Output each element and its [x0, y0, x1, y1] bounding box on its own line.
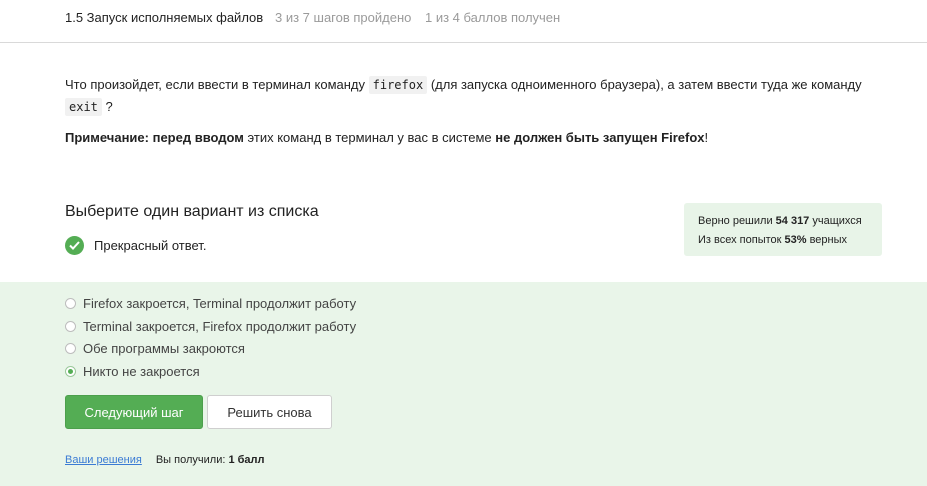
lesson-title[interactable]: 1.5 Запуск исполняемых файлов	[65, 10, 263, 25]
code-firefox: firefox	[368, 76, 428, 94]
note-bold-2: не должен быть запущен Firefox	[495, 130, 705, 145]
retry-button[interactable]: Решить снова	[207, 395, 332, 429]
radio-button-selected[interactable]	[65, 366, 76, 377]
option-label: Terminal закроется, Firefox продолжит ра…	[83, 319, 357, 334]
check-circle-icon	[65, 236, 84, 255]
steps-progress: 3 из 7 шагов пройдено	[275, 10, 412, 25]
stats-attempts-suffix: верных	[806, 234, 848, 246]
note-text-2: !	[704, 130, 709, 145]
radio-button[interactable]	[65, 343, 76, 354]
answers-section: Firefox закроется, Terminal продолжит ра…	[0, 282, 927, 486]
option-2[interactable]: Terminal закроется, Firefox продолжит ра…	[65, 319, 356, 334]
feedback-text: Прекрасный ответ.	[94, 238, 207, 253]
option-label: Обе программы закроются	[83, 341, 245, 356]
answer-feedback: Прекрасный ответ.	[65, 236, 206, 255]
next-step-button[interactable]: Следующий шаг	[65, 395, 203, 429]
received-label: Вы получили:	[155, 454, 229, 466]
stats-attempts-prefix: Из всех попыток	[698, 234, 785, 246]
quiz-title: Выберите один вариант из списка	[65, 203, 319, 220]
option-4[interactable]: Никто не закроется	[65, 364, 200, 379]
received-value: 1 балл	[228, 454, 265, 466]
submission-footer: Ваши решения Вы получили: 1 балл	[65, 454, 265, 466]
radio-button[interactable]	[65, 298, 76, 309]
question-note: Примечание: перед вводом этих команд в т…	[65, 130, 708, 145]
stats-solved: Верно решили 54 317 учащихся	[698, 212, 882, 231]
stats-panel: Верно решили 54 317 учащихся Из всех поп…	[684, 203, 882, 256]
your-solutions-link[interactable]: Ваши решения	[65, 454, 142, 466]
code-exit: exit	[65, 98, 102, 116]
stats-solved-value: 54 317	[775, 215, 810, 227]
question-part-3: ?	[101, 99, 113, 114]
radio-dot	[68, 369, 73, 374]
option-label: Никто не закроется	[83, 364, 200, 379]
stats-solved-suffix: учащихся	[809, 215, 862, 227]
option-1[interactable]: Firefox закроется, Terminal продолжит ра…	[65, 296, 356, 311]
note-bold-1: Примечание: перед вводом	[65, 130, 244, 145]
points-progress: 1 из 4 баллов получен	[425, 10, 561, 25]
question-text: Что произойдет, если ввести в терминал к…	[65, 74, 885, 118]
stats-attempts-value: 53%	[784, 234, 807, 246]
step-header: 1.5 Запуск исполняемых файлов 3 из 7 шаг…	[0, 0, 927, 43]
question-part-1: Что произойдет, если ввести в терминал к…	[65, 77, 369, 92]
stats-attempts: Из всех попыток 53% верных	[698, 231, 882, 250]
option-3[interactable]: Обе программы закроются	[65, 341, 245, 356]
stats-solved-prefix: Верно решили	[698, 215, 776, 227]
radio-button[interactable]	[65, 321, 76, 332]
option-label: Firefox закроется, Terminal продолжит ра…	[83, 296, 357, 311]
note-text-1: этих команд в терминал у вас в системе	[243, 130, 496, 145]
question-part-2: (для запуска одноименного браузера), а з…	[427, 77, 862, 92]
